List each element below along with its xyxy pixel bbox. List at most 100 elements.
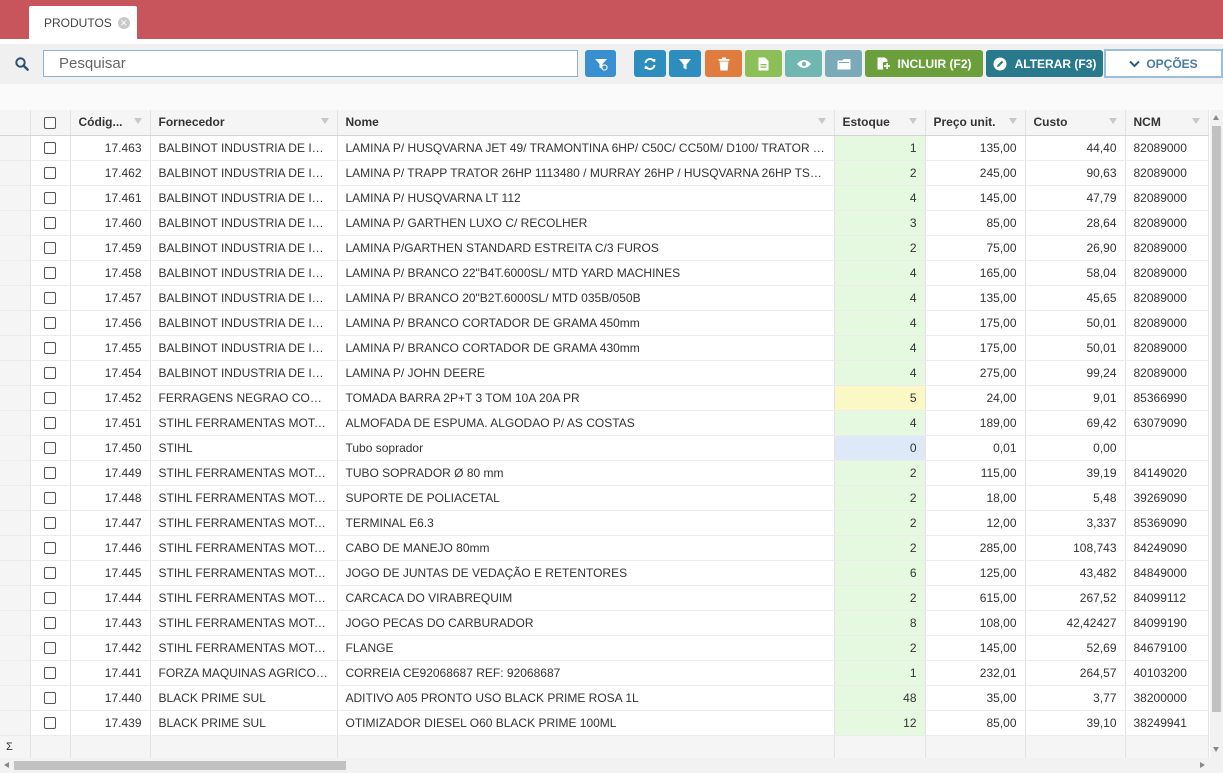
table-row[interactable]: 17.456 BALBINOT INDUSTRIA DE IMP... LAMINA… [0, 310, 1209, 336]
search-icon[interactable] [2, 50, 42, 77]
row-checkbox[interactable] [44, 242, 56, 255]
row-checkbox[interactable] [44, 317, 56, 330]
filter-arrow-icon[interactable] [320, 118, 329, 124]
row-checkbox-cell[interactable] [30, 610, 71, 636]
table-row[interactable]: 17.452 FERRAGENS NEGRAO COM LT... TOMADA B… [0, 385, 1209, 411]
table-row[interactable]: 17.458 BALBINOT INDUSTRIA DE IMP... LAMINA… [0, 260, 1209, 286]
row-checkbox-cell[interactable] [30, 485, 71, 511]
table-row[interactable]: 17.451 STIHL FERRAMENTAS MOT. LT ALMOFADA … [0, 410, 1209, 436]
search-input[interactable] [43, 50, 578, 77]
row-checkbox-cell[interactable] [30, 185, 71, 211]
row-checkbox-cell[interactable] [30, 460, 71, 486]
row-checkbox[interactable] [44, 467, 56, 480]
filter-arrow-icon[interactable] [1108, 118, 1117, 124]
row-checkbox[interactable] [44, 492, 56, 505]
vertical-scroll-thumb[interactable] [1212, 126, 1221, 712]
column-header-stock[interactable]: Estoque [834, 110, 926, 136]
table-row[interactable]: 17.457 BALBINOT INDUSTRIA DE IMP... LAMINA… [0, 285, 1209, 311]
row-checkbox-cell[interactable] [30, 235, 71, 261]
table-row[interactable]: 17.443 STIHL FERRAMENTAS MOT. LT JOGO PECA… [0, 610, 1209, 636]
column-header-name[interactable]: Nome [337, 110, 835, 136]
row-checkbox-cell[interactable] [30, 510, 71, 536]
filter-arrow-icon[interactable] [1008, 118, 1017, 124]
table-row[interactable]: 17.447 STIHL FERRAMENTAS MOT. LT TERMINAL … [0, 510, 1209, 536]
refresh-button[interactable] [634, 50, 666, 77]
row-checkbox[interactable] [44, 367, 56, 380]
include-button[interactable]: INCLUIR (F2) [865, 50, 983, 77]
column-header-code[interactable]: Códig... [70, 110, 151, 136]
table-row[interactable]: 17.460 BALBINOT INDUSTRIA DE IMP... LAMINA… [0, 210, 1209, 236]
horizontal-scrollbar[interactable] [0, 758, 1223, 773]
table-row[interactable]: 17.459 BALBINOT INDUSTRIA DE IMP... LAMINA… [0, 235, 1209, 261]
row-checkbox-cell[interactable] [30, 385, 71, 411]
row-checkbox-cell[interactable] [30, 285, 71, 311]
row-checkbox-cell[interactable] [30, 685, 71, 711]
table-row[interactable]: 17.442 STIHL FERRAMENTAS MOT. LT FLANGE 2 14… [0, 635, 1209, 661]
column-header-supplier[interactable]: Fornecedor [150, 110, 338, 136]
row-checkbox[interactable] [44, 392, 56, 405]
row-checkbox-cell[interactable] [30, 560, 71, 586]
edit-button[interactable]: ALTERAR (F3) [986, 50, 1103, 77]
row-checkbox[interactable] [44, 567, 56, 580]
row-checkbox[interactable] [44, 642, 56, 655]
scroll-down-icon[interactable] [1213, 747, 1219, 752]
column-header-cost[interactable]: Custo [1025, 110, 1126, 136]
vertical-scrollbar[interactable] [1210, 110, 1223, 758]
row-checkbox[interactable] [44, 167, 56, 180]
table-row[interactable]: 17.455 BALBINOT INDUSTRIA DE IMP... LAMINA… [0, 335, 1209, 361]
view-button[interactable] [785, 50, 822, 77]
filter-arrow-icon[interactable] [908, 118, 917, 124]
row-checkbox-cell[interactable] [30, 335, 71, 361]
table-row[interactable]: 17.462 BALBINOT INDUSTRIA DE IMP... LAMINA… [0, 160, 1209, 186]
row-checkbox[interactable] [44, 267, 56, 280]
scroll-left-icon[interactable] [4, 762, 9, 768]
row-checkbox[interactable] [44, 592, 56, 605]
table-row[interactable]: 17.440 BLACK PRIME SUL ADITIVO A05 PRONTO … [0, 685, 1209, 711]
select-all-checkbox[interactable] [44, 117, 56, 130]
row-checkbox[interactable] [44, 692, 56, 705]
filter-arrow-icon[interactable] [1191, 118, 1200, 124]
column-header-ncm[interactable]: NCM [1125, 110, 1209, 136]
options-button[interactable]: OPÇÕES [1104, 49, 1223, 78]
row-checkbox[interactable] [44, 717, 56, 730]
save-button[interactable] [825, 50, 862, 77]
row-checkbox-cell[interactable] [30, 635, 71, 661]
scroll-right-icon[interactable] [1200, 762, 1205, 768]
row-checkbox-cell[interactable] [30, 135, 71, 161]
table-row[interactable]: 17.461 BALBINOT INDUSTRIA DE IMP... LAMINA… [0, 185, 1209, 211]
delete-button[interactable] [705, 50, 742, 77]
table-row[interactable]: 17.444 STIHL FERRAMENTAS MOT. LT CARCACA D… [0, 585, 1209, 611]
column-header-price[interactable]: Preço unit. [925, 110, 1026, 136]
table-row[interactable]: 17.445 STIHL FERRAMENTAS MOT. LT JOGO DE J… [0, 560, 1209, 586]
table-row[interactable]: 17.463 BALBINOT INDUSTRIA DE IMP... LAMINA… [0, 135, 1209, 161]
row-checkbox[interactable] [44, 142, 56, 155]
row-checkbox[interactable] [44, 667, 56, 680]
table-row[interactable]: 17.439 BLACK PRIME SUL OTIMIZADOR DIESEL O… [0, 710, 1209, 736]
horizontal-scroll-thumb[interactable] [14, 761, 346, 770]
row-checkbox[interactable] [44, 192, 56, 205]
table-row[interactable]: 17.450 STIHL Tubo soprador 0 0,01 0,00 [0, 435, 1209, 461]
table-row[interactable]: 17.454 BALBINOT INDUSTRIA DE IMP... LAMINA… [0, 360, 1209, 386]
row-checkbox[interactable] [44, 417, 56, 430]
row-checkbox-cell[interactable] [30, 435, 71, 461]
clear-filter-button[interactable] [585, 50, 616, 77]
row-checkbox-cell[interactable] [30, 660, 71, 686]
row-checkbox-cell[interactable] [30, 410, 71, 436]
row-checkbox[interactable] [44, 217, 56, 230]
row-checkbox[interactable] [44, 542, 56, 555]
table-row[interactable]: 17.449 STIHL FERRAMENTAS MOT. LT TUBO SOPR… [0, 460, 1209, 486]
filter-button[interactable] [669, 50, 701, 77]
row-checkbox-cell[interactable] [30, 260, 71, 286]
table-row[interactable]: 17.448 STIHL FERRAMENTAS MOT. LT SUPORTE D… [0, 485, 1209, 511]
tab-produtos[interactable]: PRODUTOS ✕ [29, 6, 137, 39]
row-checkbox-cell[interactable] [30, 360, 71, 386]
row-checkbox-cell[interactable] [30, 585, 71, 611]
document-button[interactable] [745, 50, 782, 77]
scroll-up-icon[interactable] [1213, 115, 1219, 120]
filter-arrow-icon[interactable] [133, 118, 142, 124]
row-checkbox[interactable] [44, 442, 56, 455]
row-checkbox[interactable] [44, 617, 56, 630]
row-checkbox[interactable] [44, 292, 56, 305]
row-checkbox-cell[interactable] [30, 710, 71, 736]
close-icon[interactable]: ✕ [117, 16, 130, 29]
